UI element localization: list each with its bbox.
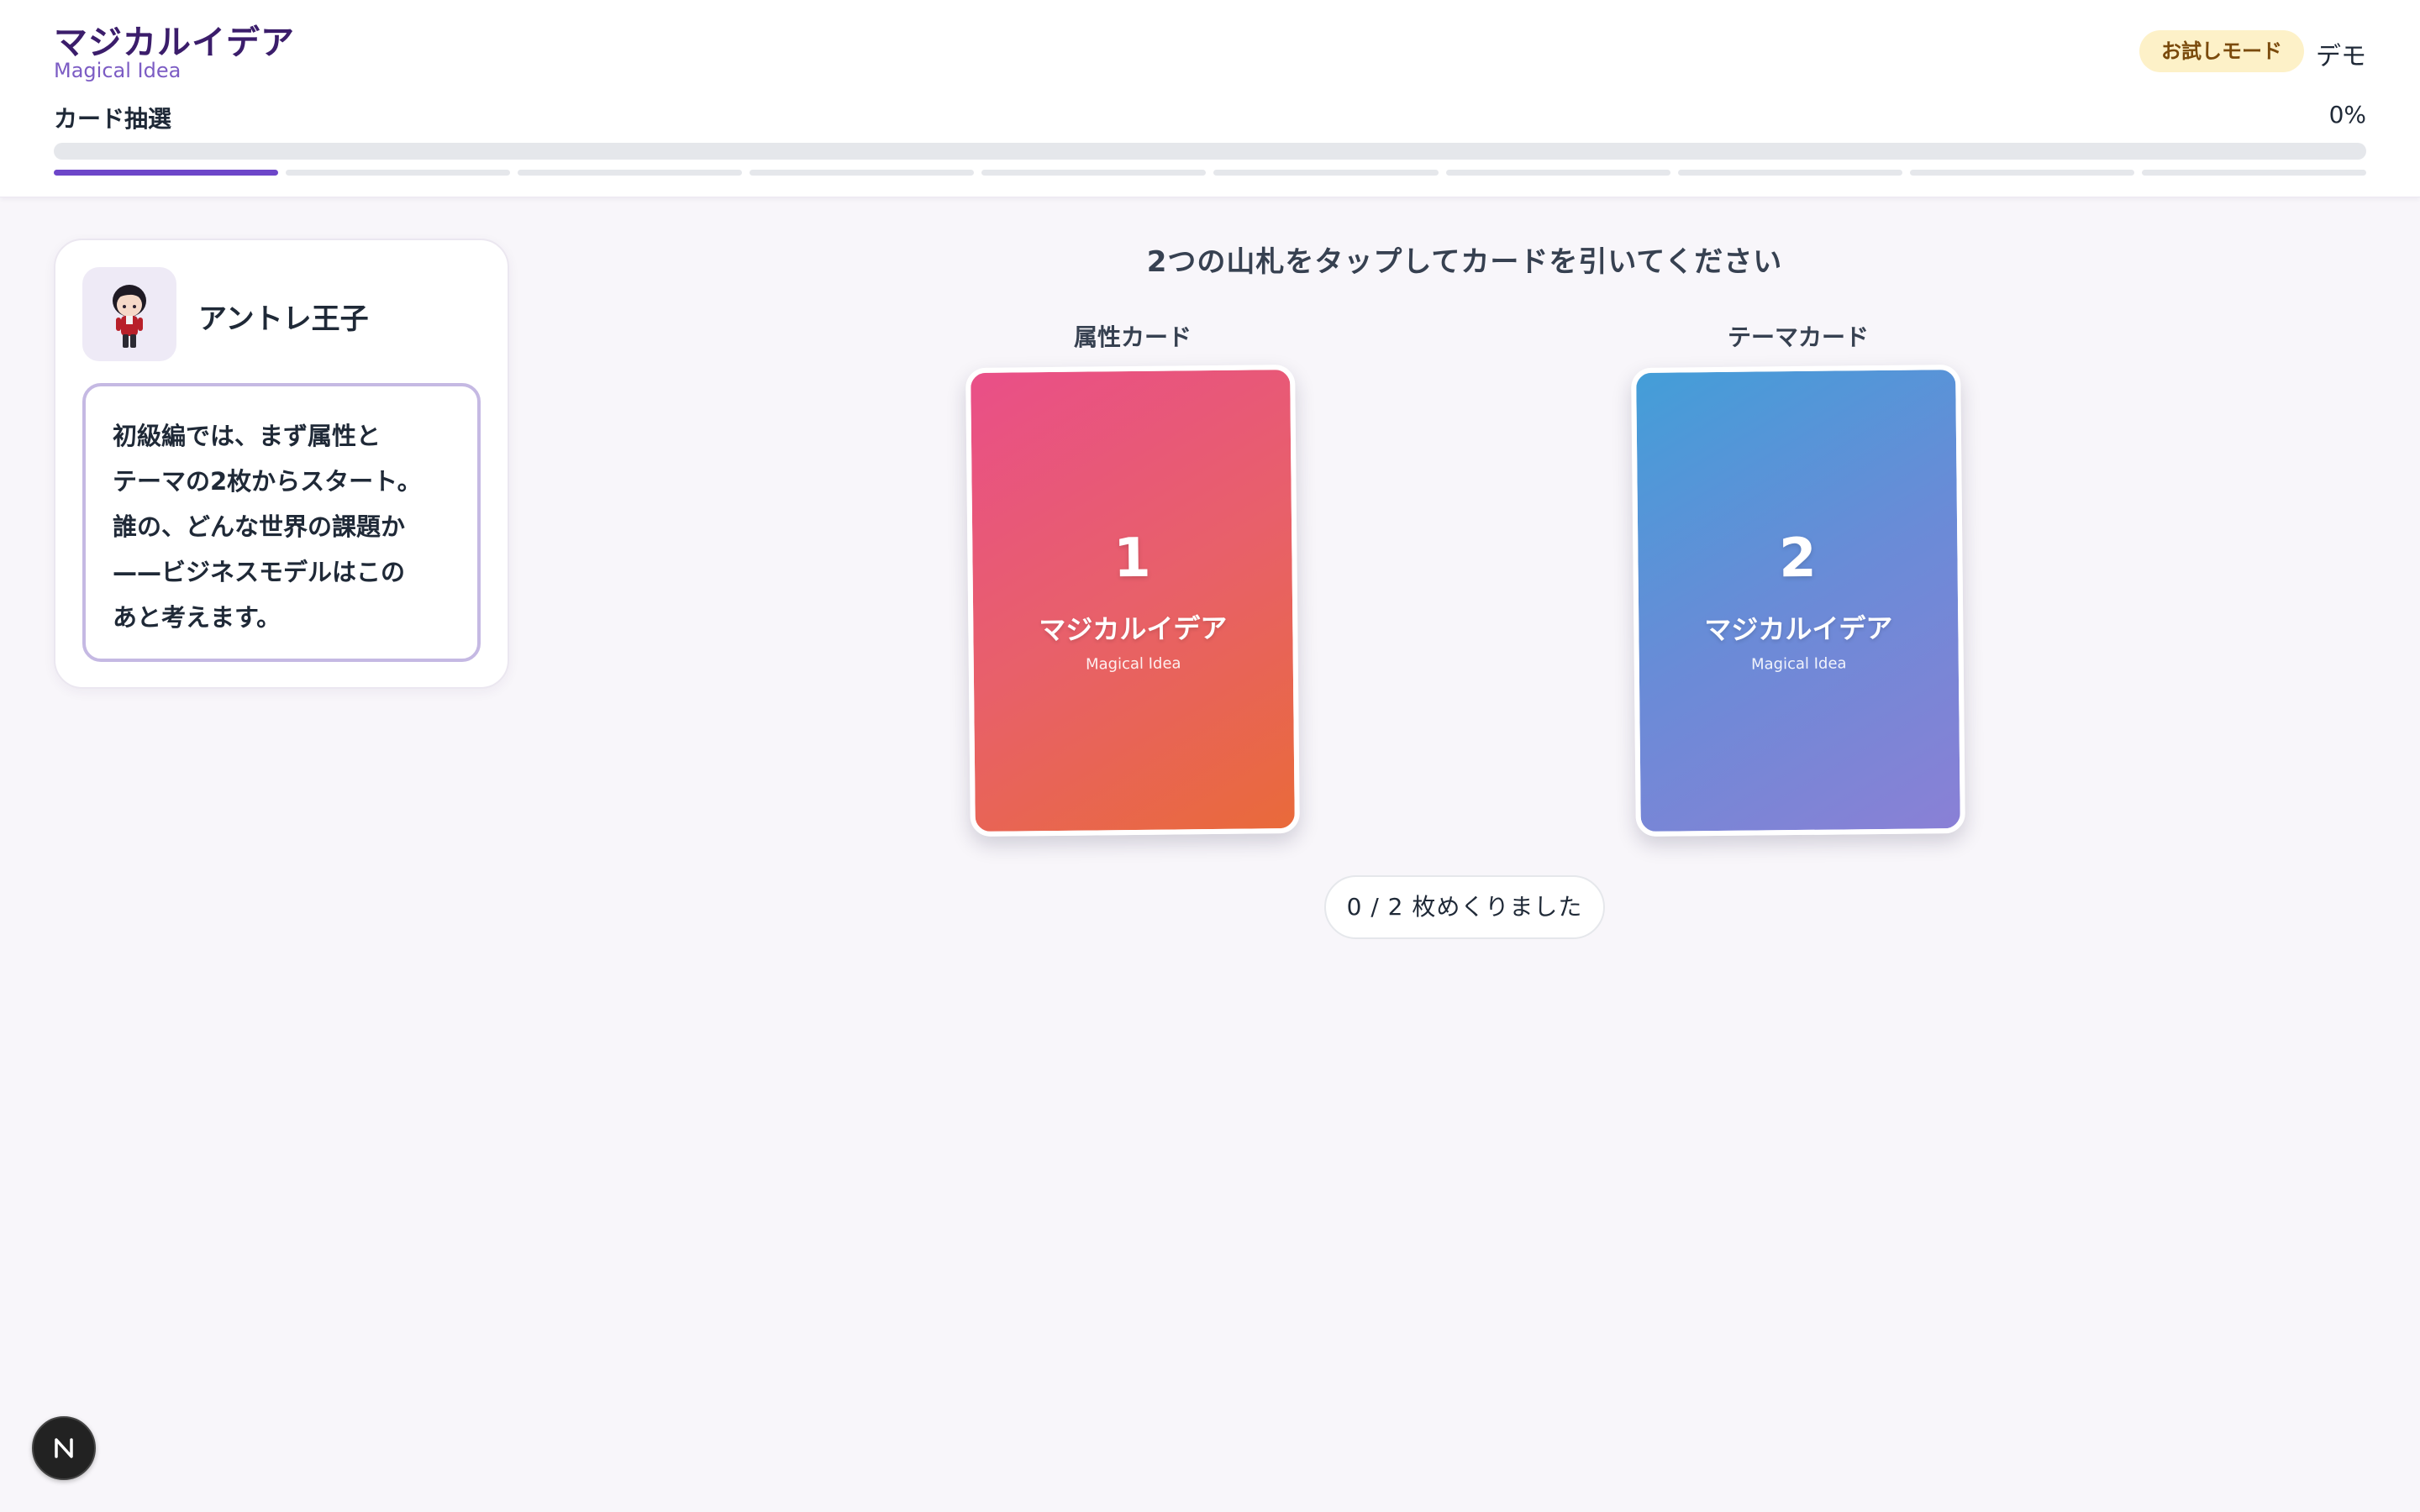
step-segment xyxy=(518,170,743,176)
attribute-card-deck[interactable]: 1 マジカルイデア Magical Idea xyxy=(965,364,1300,837)
step-segment xyxy=(1677,170,1902,176)
attribute-deck-label: 属性カード xyxy=(1073,323,1192,351)
app-subtitle: Magical Idea xyxy=(54,59,182,82)
guide-message: 初級編では、まず属性と テーマの2枚からスタート。 誰の、どんな世界の課題か —… xyxy=(113,422,422,632)
draw-counter: 0 / 2 枚めくりました xyxy=(1324,875,1605,939)
progress-bar xyxy=(54,143,2366,160)
card-number: 1 xyxy=(1113,527,1152,591)
character-avatar-icon xyxy=(82,267,176,361)
step-label: カード抽選 xyxy=(54,105,172,133)
app-title: マジカルイデア xyxy=(54,24,295,62)
app-header: マジカルイデア Magical Idea お試しモード デモ カード抽選 0% xyxy=(0,0,2420,197)
trial-mode-badge: お試しモード xyxy=(2139,30,2304,72)
step-segment xyxy=(286,170,511,176)
card-number: 2 xyxy=(1778,527,1818,591)
step-segment xyxy=(2141,170,2366,176)
theme-card-deck[interactable]: 2 マジカルイデア Magical Idea xyxy=(1631,364,1965,837)
guide-panel: アントレ王子 初級編では、まず属性と テーマの2枚からスタート。 誰の、どんな世… xyxy=(54,239,509,689)
n-logo-icon[interactable] xyxy=(32,1416,96,1480)
step-segment xyxy=(1213,170,1439,176)
step-indicator xyxy=(54,170,2366,176)
step-segment xyxy=(1909,170,2134,176)
step-segment xyxy=(981,170,1207,176)
speech-bubble: 初級編では、まず属性と テーマの2枚からスタート。 誰の、どんな世界の課題か —… xyxy=(82,383,481,662)
guide-name: アントレ王子 xyxy=(198,302,369,336)
card-title: マジカルイデア xyxy=(1039,612,1228,647)
demo-label: デモ xyxy=(2316,42,2366,71)
card-subtitle: Magical Idea xyxy=(1750,654,1847,674)
progress-percent: 0% xyxy=(2328,101,2366,129)
step-segment xyxy=(1445,170,1670,176)
card-subtitle: Magical Idea xyxy=(1085,654,1181,674)
step-segment xyxy=(750,170,975,176)
theme-deck-label: テーマカード xyxy=(1727,323,1869,351)
step-segment xyxy=(54,170,279,176)
draw-instruction: 2つの山札をタップしてカードを引いてください xyxy=(1146,245,1783,279)
card-title: マジカルイデア xyxy=(1704,612,1893,647)
